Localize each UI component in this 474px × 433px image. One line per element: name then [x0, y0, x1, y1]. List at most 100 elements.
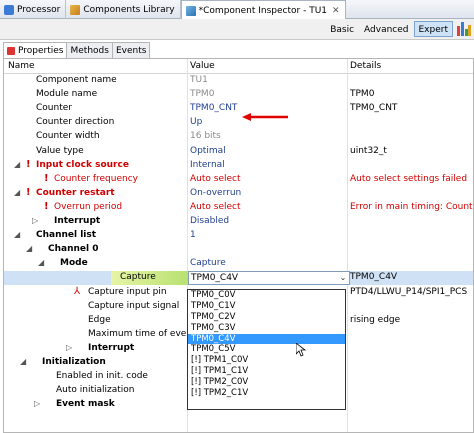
collapse-arrow-icon[interactable]: ◢	[14, 188, 20, 197]
inspector-icon	[185, 5, 196, 16]
property-value[interactable]: TPM0	[190, 89, 347, 99]
collapse-arrow-icon[interactable]: ◢	[26, 244, 32, 253]
property-name: Mode	[60, 258, 88, 269]
table-row[interactable]: ! Overrun period Auto select Error in main …	[4, 201, 473, 215]
dropdown-option[interactable]: TPM0_C2V	[188, 312, 345, 323]
column-header-details[interactable]: Details	[350, 61, 381, 71]
inner-tab-label: Properties	[18, 45, 64, 56]
inner-tab-methods[interactable]: Methods	[66, 42, 113, 58]
property-details: TPM0_C4V	[350, 272, 398, 283]
property-details: Error in main timing: Counter	[350, 201, 474, 212]
dropdown-option[interactable]: TPM0_C4V	[188, 333, 345, 345]
property-name: Enabled in init. code	[56, 371, 148, 382]
inner-tab-label: Methods	[70, 45, 109, 56]
expand-arrow-icon[interactable]: ▷	[32, 216, 38, 225]
collapse-arrow-icon[interactable]: ◢	[38, 258, 44, 267]
mode-button-expert[interactable]: Expert	[413, 21, 453, 37]
property-name: Counter restart	[36, 187, 115, 198]
capture-register-combo[interactable]: TPM0_C4V ⌄	[188, 271, 350, 286]
table-header: Name Value Details	[4, 59, 473, 74]
table-row[interactable]: Value type Optimal uint32_t	[4, 145, 473, 159]
column-header-name[interactable]: Name	[8, 61, 35, 71]
tab-label: Processor	[17, 4, 61, 15]
mode-button-advanced[interactable]: Advanced	[359, 21, 413, 37]
dropdown-option[interactable]: TPM0_C0V	[188, 290, 345, 301]
table-row[interactable]: ◢ Channel 0	[4, 243, 473, 257]
property-value[interactable]: Optimal	[190, 146, 347, 156]
property-name: Counter	[36, 103, 72, 114]
processor-icon	[4, 4, 14, 15]
table-row[interactable]: Component name TU1	[4, 74, 473, 88]
property-name: Auto initialization	[56, 385, 135, 396]
view-mode-bar: Basic Advanced Expert	[0, 19, 474, 40]
dropdown-option[interactable]: [!] TPM2_C0V	[188, 377, 345, 388]
property-value[interactable]: 16 bits	[190, 131, 347, 141]
property-name: Counter frequency	[54, 173, 138, 184]
table-row[interactable]: ◢! Counter restart On-overrun	[4, 187, 473, 201]
property-name: Channel 0	[48, 244, 99, 255]
table-row[interactable]: Capture TPM0_C4V ⌄ TPM0_C4V	[4, 271, 473, 286]
table-row[interactable]: Counter width 16 bits	[4, 130, 473, 144]
collapse-arrow-icon[interactable]: ◢	[14, 230, 20, 239]
close-icon[interactable]: ✕	[332, 6, 340, 16]
table-row[interactable]: Counter direction Up	[4, 116, 473, 130]
property-name: Overrun period	[54, 201, 123, 212]
pin-icon: ⅄	[74, 285, 81, 297]
property-name: Capture input signal	[88, 300, 180, 311]
property-value[interactable]: Internal	[190, 160, 347, 170]
tab-label: Components Library	[83, 4, 175, 15]
property-value[interactable]: Capture	[190, 258, 347, 268]
inner-tab-events[interactable]: Events	[111, 42, 151, 58]
property-value[interactable]: On-overrun	[190, 188, 347, 198]
table-row[interactable]: ▷ Interrupt Disabled	[4, 215, 473, 229]
expand-arrow-icon[interactable]: ▷	[34, 399, 40, 408]
property-value[interactable]: Auto select	[190, 174, 347, 184]
property-value[interactable]: Disabled	[190, 216, 347, 226]
editor-tab-bar: Processor Components Library *Component In…	[0, 0, 474, 20]
property-details: Auto select settings failed	[350, 173, 468, 184]
property-value[interactable]: 1	[190, 230, 347, 240]
mode-button-basic[interactable]: Basic	[325, 21, 359, 37]
dropdown-option[interactable]: TPM0_C1V	[188, 301, 345, 312]
table-row[interactable]: ◢! Input clock source Internal	[4, 159, 473, 173]
chevron-down-icon[interactable]: ⌄	[338, 272, 348, 284]
dropdown-option[interactable]: [!] TPM2_C1V	[188, 388, 345, 399]
dropdown-option[interactable]: [!] TPM1_C1V	[188, 366, 345, 377]
property-details: TPM0	[350, 89, 375, 100]
table-row[interactable]: ! Counter frequency Auto select Auto select…	[4, 173, 473, 187]
collapse-arrow-icon[interactable]: ◢	[14, 160, 20, 169]
table-row[interactable]: ◢ Mode Capture	[4, 257, 473, 271]
tab-0[interactable]: Processor	[0, 0, 67, 19]
property-value[interactable]: TU1	[190, 75, 347, 85]
property-value[interactable]: TPM0_CNT	[190, 103, 347, 113]
property-name: Interrupt	[54, 216, 101, 226]
dropdown-option[interactable]: TPM0_C3V	[188, 323, 345, 334]
combo-value: TPM0_C4V	[191, 273, 239, 284]
property-name: Value type	[36, 145, 84, 156]
mouse-cursor-icon	[296, 343, 306, 357]
tab-1[interactable]: Components Library	[66, 0, 181, 19]
dropdown-option[interactable]: [!] TPM1_C0V	[188, 355, 345, 366]
capture-register-dropdown-list[interactable]: TPM0_C0V TPM0_C1V TPM0_C2V TPM0_C3V TPM0_C4V…	[187, 289, 346, 410]
property-name: Event mask	[56, 399, 115, 410]
expand-arrow-icon[interactable]: ▷	[66, 343, 72, 352]
library-icon	[70, 4, 81, 15]
property-value[interactable]: Auto select	[190, 202, 347, 212]
table-row[interactable]: Module name TPM0 TPM0	[4, 88, 473, 102]
tab-2[interactable]: *Component Inspector - TU1 ✕	[180, 0, 346, 20]
property-details: uint32_t	[350, 145, 387, 156]
inspector-inner-tabs: Properties Methods Events	[3, 42, 151, 58]
bar-chart-icon[interactable]	[457, 22, 471, 36]
table-row[interactable]: ◢ Channel list 1	[4, 229, 473, 243]
property-name: Interrupt	[88, 342, 135, 353]
property-name: Capture input pin	[88, 286, 167, 297]
collapse-arrow-icon[interactable]: ◢	[20, 357, 26, 366]
property-name: Edge	[88, 314, 111, 325]
property-details: rising edge	[350, 314, 401, 325]
table-row[interactable]: Counter TPM0_CNT TPM0_CNT	[4, 102, 473, 116]
column-header-value[interactable]: Value	[190, 61, 215, 71]
dropdown-option[interactable]: TPM0_C5V	[188, 344, 345, 355]
inner-tab-properties[interactable]: Properties	[3, 42, 68, 58]
error-icon: !	[44, 200, 49, 212]
property-name: Initialization	[42, 357, 106, 367]
